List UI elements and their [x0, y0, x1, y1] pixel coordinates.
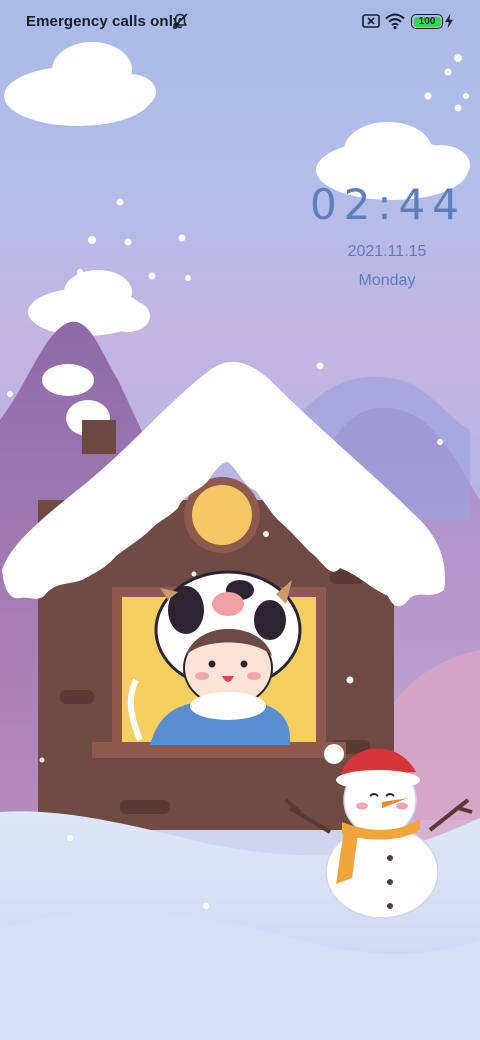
battery-level-fill: 100	[413, 15, 441, 27]
battery-level-text: 100	[418, 15, 436, 27]
carrier-status-text: Emergency calls only	[26, 13, 182, 30]
wifi-icon	[385, 13, 405, 30]
bell-off-icon	[172, 13, 188, 29]
status-bar: Emergency calls only 100	[0, 0, 480, 44]
wallpaper-illustration	[0, 42, 480, 1040]
battery-icon: 100	[411, 14, 443, 29]
charging-bolt-icon	[445, 13, 453, 29]
cloud-top-left	[4, 42, 156, 126]
lock-screen-time: 02:44	[309, 180, 466, 229]
lock-screen-date: 2021.11.15	[347, 243, 427, 260]
cloud-middle-left	[28, 270, 150, 336]
lock-screen-weekday: Monday	[358, 272, 416, 289]
sim-error-icon	[362, 14, 380, 28]
lock-screen: Emergency calls only 100 02:44 2021.11.1…	[0, 0, 480, 1040]
